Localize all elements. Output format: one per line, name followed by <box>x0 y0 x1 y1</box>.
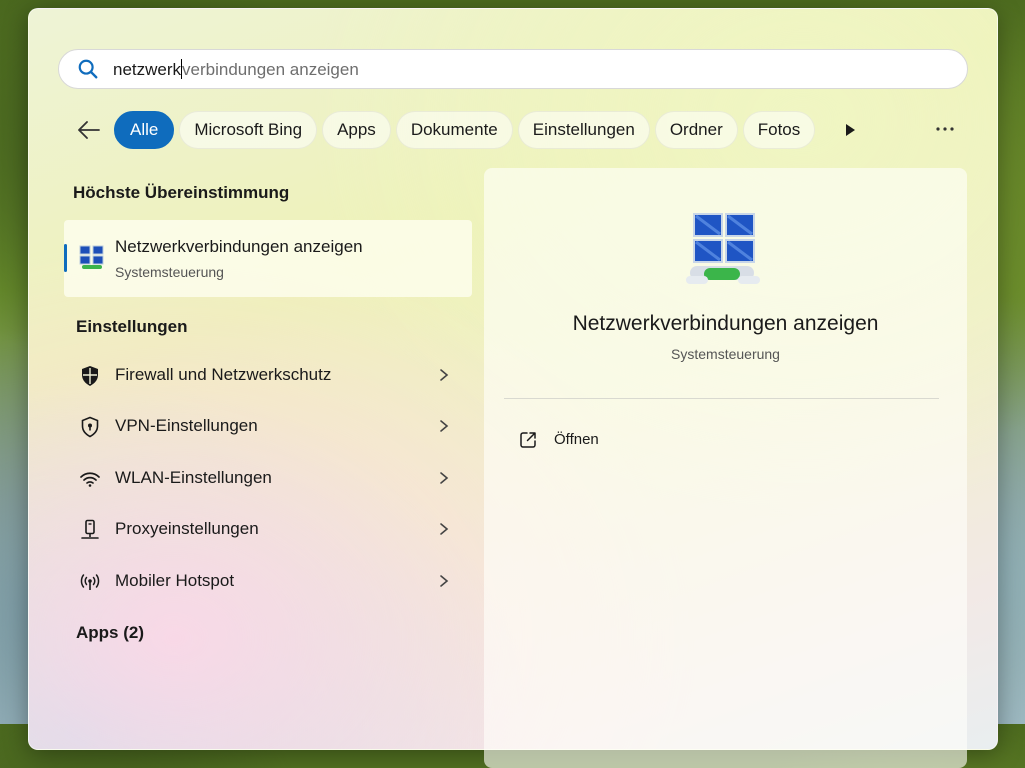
chevron-right-icon <box>440 472 449 484</box>
back-button[interactable] <box>69 110 109 150</box>
search-panel: netzwerkverbindungen anzeigen Alle Micro… <box>28 8 998 768</box>
ellipsis-icon <box>936 127 954 131</box>
best-match-item[interactable]: Netzwerkverbindungen anzeigen Systemsteu… <box>64 220 472 297</box>
settings-item-hotspot[interactable]: Mobiler Hotspot <box>64 558 472 604</box>
more-filters-arrow-icon[interactable] <box>842 122 858 138</box>
detail-pane: Netzwerkverbindungen anzeigen Systemsteu… <box>484 168 967 768</box>
apps-heading[interactable]: Apps (2) <box>76 623 144 643</box>
settings-item-label: Proxyeinstellungen <box>115 519 259 538</box>
vpn-shield-icon <box>81 416 99 438</box>
best-match-title: Netzwerkverbindungen anzeigen <box>115 237 363 256</box>
divider <box>504 398 939 399</box>
settings-item-label: WLAN-Einstellungen <box>115 468 272 487</box>
settings-item-label: VPN-Einstellungen <box>115 416 258 435</box>
settings-item-proxy[interactable]: Proxyeinstellungen <box>64 506 472 552</box>
shield-icon <box>82 366 98 386</box>
chevron-right-icon <box>440 575 449 587</box>
filter-chip-apps[interactable]: Apps <box>322 111 391 149</box>
filter-chip-alle[interactable]: Alle <box>114 111 175 149</box>
search-input[interactable]: netzwerkverbindungen anzeigen <box>113 58 359 80</box>
settings-item-label: Mobiler Hotspot <box>115 571 235 590</box>
chevron-right-icon <box>440 523 449 535</box>
wifi-icon <box>80 472 100 487</box>
search-box[interactable]: netzwerkverbindungen anzeigen <box>58 49 968 89</box>
open-action-label: Öffnen <box>554 431 599 448</box>
settings-item-vpn[interactable]: VPN-Einstellungen <box>64 403 472 449</box>
hotspot-icon <box>80 574 100 590</box>
chevron-right-icon <box>440 420 449 432</box>
proxy-icon <box>81 519 99 539</box>
detail-title: Netzwerkverbindungen anzeigen <box>572 312 879 335</box>
settings-heading: Einstellungen <box>76 317 188 336</box>
network-connections-icon <box>79 245 104 269</box>
filter-chip-einstellungen[interactable]: Einstellungen <box>517 111 650 149</box>
detail-subtitle: Systemsteuerung <box>671 346 780 362</box>
settings-item-wlan[interactable]: WLAN-Einstellungen <box>64 455 472 501</box>
search-icon <box>78 59 98 79</box>
filter-chip-dokumente[interactable]: Dokumente <box>395 111 513 149</box>
open-action[interactable]: Öffnen <box>504 420 944 460</box>
filter-bar: Alle Microsoft Bing Apps Dokumente Einst… <box>69 110 820 150</box>
best-match-heading: Höchste Übereinstimmung <box>73 183 290 202</box>
chevron-right-icon <box>440 369 449 381</box>
best-match-subtitle: Systemsteuerung <box>115 264 224 280</box>
search-suggestion-text: verbindungen anzeigen <box>182 59 359 79</box>
network-connections-icon <box>686 213 760 284</box>
settings-item-label: Firewall und Netzwerkschutz <box>115 365 332 384</box>
more-options-button[interactable] <box>933 119 957 139</box>
filter-chip-ordner[interactable]: Ordner <box>654 111 738 149</box>
selection-indicator <box>64 244 67 272</box>
filter-chip-microsoft-bing[interactable]: Microsoft Bing <box>179 111 318 149</box>
settings-item-firewall[interactable]: Firewall und Netzwerkschutz <box>64 352 472 398</box>
arrow-left-icon <box>78 121 100 139</box>
search-typed-text: netzwerk <box>113 59 182 79</box>
filter-chip-fotos[interactable]: Fotos <box>742 111 816 149</box>
open-external-icon <box>520 432 536 448</box>
